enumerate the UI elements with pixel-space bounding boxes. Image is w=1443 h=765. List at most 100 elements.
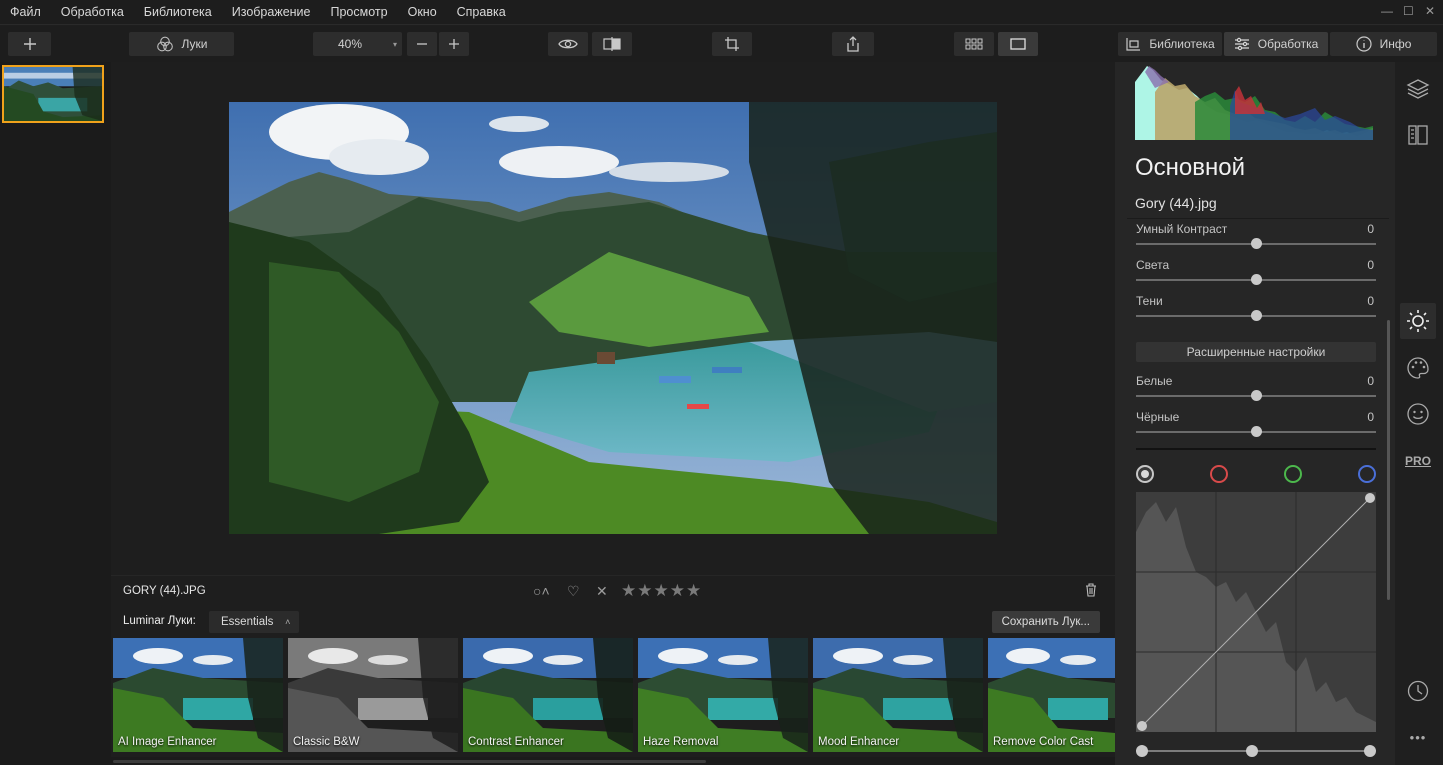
curve-levels-white-handle[interactable]	[1364, 745, 1376, 757]
canvas-button[interactable]	[1405, 122, 1431, 148]
more-button[interactable]: •••	[1405, 724, 1431, 750]
slider-value: 0	[1367, 222, 1374, 236]
channel-red-button[interactable]	[1210, 465, 1228, 483]
slider-handle[interactable]	[1251, 390, 1262, 401]
slider-label: Умный Контраст	[1136, 222, 1228, 236]
canvas-icon	[1408, 125, 1428, 145]
add-button[interactable]	[8, 32, 51, 56]
look-preview-image	[288, 638, 458, 752]
look-preview-image	[988, 638, 1115, 752]
look-thumbnail[interactable]: AI Image Enhancer	[113, 638, 283, 752]
image-filename: GORY (44).JPG	[123, 585, 206, 597]
panel-filename: Gory (44).jpg	[1135, 195, 1217, 211]
look-thumbnail[interactable]: Contrast Enhancer	[463, 638, 633, 752]
info-icon	[1355, 36, 1372, 52]
channel-luminosity-button[interactable]	[1136, 465, 1154, 483]
save-look-button[interactable]: Сохранить Лук...	[991, 611, 1100, 633]
creative-button[interactable]	[1405, 355, 1431, 381]
reject-icon[interactable]: ✕	[596, 583, 608, 600]
menu-library[interactable]: Библиотека	[134, 0, 222, 25]
panel-vertical-scrollbar[interactable]	[1387, 320, 1390, 600]
single-view-button[interactable]	[998, 32, 1038, 56]
compare-button[interactable]	[592, 32, 632, 56]
portrait-button[interactable]	[1405, 401, 1431, 427]
shadows-slider[interactable]: Тени 0	[1136, 294, 1376, 328]
highlights-slider[interactable]: Света 0	[1136, 258, 1376, 292]
curve-levels-black-handle[interactable]	[1136, 745, 1148, 757]
look-thumbnail[interactable]: Haze Removal	[638, 638, 808, 752]
color-label-icon[interactable]: ○˄	[533, 583, 550, 599]
channel-green-button[interactable]	[1284, 465, 1302, 483]
channel-blue-button[interactable]	[1358, 465, 1376, 483]
menu-edit[interactable]: Обработка	[51, 0, 134, 25]
filmstrip-thumbnail[interactable]	[2, 65, 104, 123]
tab-edit-label: Обработка	[1257, 37, 1319, 51]
crop-button[interactable]	[712, 32, 752, 56]
slider-handle[interactable]	[1251, 274, 1262, 285]
curve-levels-mid-handle[interactable]	[1246, 745, 1258, 757]
slider-value: 0	[1367, 258, 1374, 272]
slider-handle[interactable]	[1251, 426, 1262, 437]
blacks-slider[interactable]: Чёрные 0	[1136, 410, 1376, 444]
preview-button[interactable]	[548, 32, 588, 56]
menu-view[interactable]: Просмотр	[321, 0, 398, 25]
menu-window[interactable]: Окно	[398, 0, 447, 25]
close-icon[interactable]: ✕	[1425, 4, 1435, 18]
section-divider	[1136, 448, 1376, 450]
grid-view-button[interactable]	[954, 32, 994, 56]
filmstrip	[0, 62, 111, 765]
slider-handle[interactable]	[1251, 310, 1262, 321]
tab-info[interactable]: Инфо	[1330, 32, 1437, 56]
layers-icon	[1406, 79, 1430, 99]
grid-icon	[965, 38, 983, 50]
thumbnail-image	[4, 67, 102, 121]
menu-bar: Файл Обработка Библиотека Изображение Пр…	[0, 0, 1443, 25]
minimize-icon[interactable]: —	[1381, 4, 1393, 18]
menu-help[interactable]: Справка	[447, 0, 516, 25]
looks-collection-select[interactable]: Essentials ˄	[209, 611, 300, 633]
looks-bar: Luminar Луки: Essentials ˄ Сохранить Лук…	[111, 608, 1115, 636]
panel-separator	[1127, 218, 1389, 219]
looks-button[interactable]: Луки	[129, 32, 234, 56]
menu-file[interactable]: Файл	[0, 0, 51, 25]
trash-icon[interactable]	[1085, 583, 1097, 600]
scrollbar-thumb[interactable]	[113, 760, 706, 763]
look-label: Mood Enhancer	[818, 736, 900, 748]
main-photo[interactable]	[229, 102, 997, 534]
looks-icon	[156, 36, 173, 52]
looks-horizontal-scrollbar[interactable]	[111, 757, 1115, 765]
heart-icon[interactable]: ♡	[567, 583, 580, 600]
eye-icon	[558, 39, 578, 49]
zoom-in-button[interactable]	[439, 32, 469, 56]
history-button[interactable]	[1405, 678, 1431, 704]
advanced-settings-button[interactable]: Расширенные настройки	[1136, 342, 1376, 362]
zoom-select[interactable]: 40% ▾	[313, 32, 402, 56]
tone-curve[interactable]	[1136, 492, 1376, 732]
image-info-bar: GORY (44).JPG ○˄ ♡ ✕ ★★★★★	[111, 575, 1115, 607]
look-thumbnail[interactable]: Remove Color Cast	[988, 638, 1115, 752]
menu-image[interactable]: Изображение	[222, 0, 321, 25]
tab-library[interactable]: Библиотека	[1118, 32, 1222, 56]
essentials-button[interactable]	[1400, 303, 1436, 339]
pro-button[interactable]: PRO	[1405, 448, 1431, 474]
star-rating[interactable]: ★★★★★	[621, 581, 702, 601]
look-thumbnail[interactable]: Classic B&W	[288, 638, 458, 752]
slider-handle[interactable]	[1251, 238, 1262, 249]
tone-curve-graph	[1136, 492, 1376, 732]
library-icon	[1126, 38, 1141, 51]
split-view-icon	[603, 37, 621, 51]
maximize-icon[interactable]: ☐	[1403, 4, 1414, 18]
layers-button[interactable]	[1405, 76, 1431, 102]
tab-edit[interactable]: Обработка	[1224, 32, 1328, 56]
palette-icon	[1407, 357, 1429, 379]
zoom-out-button[interactable]	[407, 32, 437, 56]
share-icon	[847, 36, 859, 52]
image-canvas[interactable]	[111, 62, 1115, 573]
whites-slider[interactable]: Белые 0	[1136, 374, 1376, 408]
look-thumbnail[interactable]: Mood Enhancer	[813, 638, 983, 752]
smart-contrast-slider[interactable]: Умный Контраст 0	[1136, 222, 1376, 256]
slider-label: Света	[1136, 258, 1170, 272]
share-button[interactable]	[832, 32, 874, 56]
selected-dot-icon	[1141, 470, 1149, 478]
chevron-up-icon: ˄	[285, 617, 291, 627]
